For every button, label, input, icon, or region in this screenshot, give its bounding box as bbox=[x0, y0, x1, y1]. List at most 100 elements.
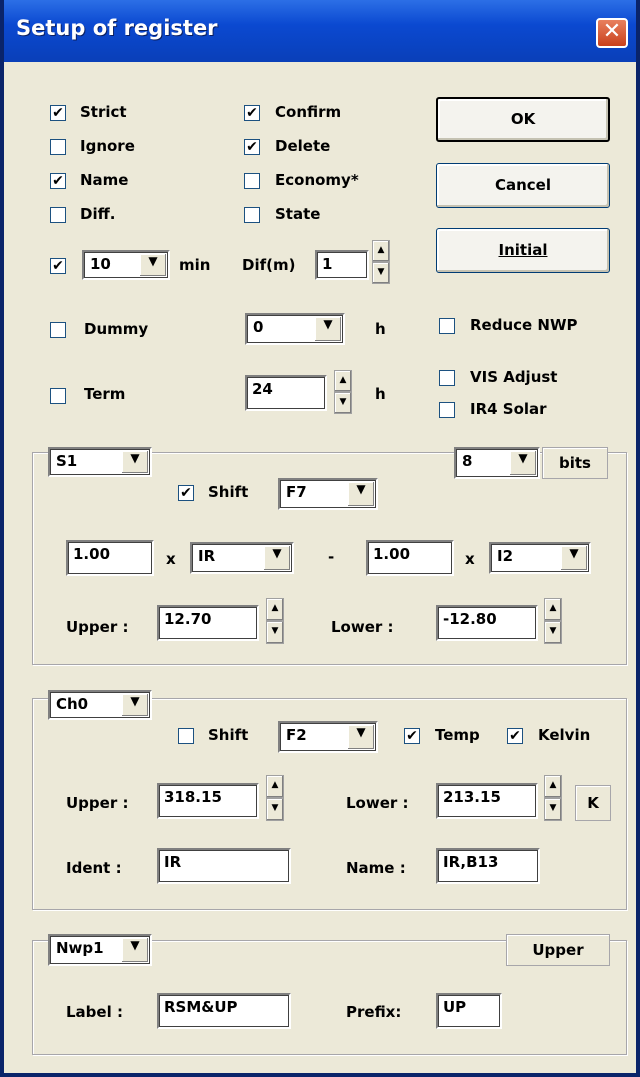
spin-down-icon[interactable]: ▼ bbox=[544, 798, 562, 821]
nwp-upper-label: Upper bbox=[506, 934, 610, 966]
chevron-down-icon[interactable]: ▼ bbox=[263, 546, 290, 570]
s-upper-field[interactable]: 12.70 bbox=[157, 605, 259, 641]
temp-label: Temp bbox=[435, 726, 480, 744]
s-upper-label: Upper : bbox=[66, 618, 129, 636]
ident-field[interactable]: IR bbox=[157, 848, 291, 884]
vis-adjust-checkbox[interactable] bbox=[439, 370, 455, 386]
spin-up-icon[interactable]: ▲ bbox=[266, 598, 284, 621]
name-field[interactable]: IR,B13 bbox=[436, 848, 540, 884]
chevron-down-icon[interactable]: ▼ bbox=[509, 451, 536, 475]
spin-down-icon[interactable]: ▼ bbox=[334, 392, 352, 414]
chevron-down-icon[interactable]: ▼ bbox=[347, 482, 374, 506]
ch-shift-key-value: F2 bbox=[286, 726, 307, 744]
spin-down-icon[interactable]: ▼ bbox=[266, 798, 284, 821]
nwp-select[interactable]: Nwp1 ▼ bbox=[48, 934, 152, 966]
strict-label: Strict bbox=[80, 103, 127, 121]
name-label: Name bbox=[80, 171, 129, 189]
ch-select-value: Ch0 bbox=[56, 695, 89, 713]
term-unit: h bbox=[375, 385, 386, 403]
s-select[interactable]: S1 ▼ bbox=[48, 447, 152, 477]
chevron-down-icon[interactable]: ▼ bbox=[121, 451, 148, 473]
ch-upper-field[interactable]: 318.15 bbox=[157, 783, 259, 819]
chevron-down-icon[interactable]: ▼ bbox=[347, 725, 374, 749]
s-lower-field[interactable]: -12.80 bbox=[436, 605, 538, 641]
coef2-field[interactable]: 1.00 bbox=[366, 540, 454, 576]
ch-lower-spinner[interactable]: ▲ ▼ bbox=[544, 775, 562, 821]
name-checkbox[interactable]: ✔ bbox=[50, 173, 66, 189]
bits-value: 8 bbox=[462, 452, 473, 470]
band1-select[interactable]: IR ▼ bbox=[190, 542, 294, 574]
times-label-1: x bbox=[166, 550, 176, 568]
spin-up-icon[interactable]: ▲ bbox=[372, 240, 390, 262]
label-field[interactable]: RSM&UP bbox=[157, 993, 291, 1029]
unit-label: K bbox=[575, 785, 611, 821]
interval-select[interactable]: 10 ▼ bbox=[82, 250, 170, 280]
economy-checkbox[interactable] bbox=[244, 173, 260, 189]
kelvin-checkbox[interactable]: ✔ bbox=[507, 728, 523, 744]
spin-down-icon[interactable]: ▼ bbox=[544, 621, 562, 644]
interval-unit: min bbox=[179, 256, 211, 274]
prefix-field[interactable]: UP bbox=[436, 993, 502, 1029]
ident-label: Ident : bbox=[66, 859, 122, 877]
term-field[interactable]: 24 bbox=[245, 375, 327, 411]
s-upper-spinner[interactable]: ▲ ▼ bbox=[266, 598, 284, 644]
cancel-button[interactable]: Cancel bbox=[436, 163, 610, 208]
nwp-select-value: Nwp1 bbox=[56, 939, 104, 957]
ch-select[interactable]: Ch0 ▼ bbox=[48, 690, 152, 720]
term-checkbox[interactable] bbox=[50, 388, 66, 404]
chevron-down-icon[interactable]: ▼ bbox=[121, 938, 148, 962]
spin-up-icon[interactable]: ▲ bbox=[544, 775, 562, 798]
chevron-down-icon[interactable]: ▼ bbox=[560, 546, 587, 570]
dummy-checkbox[interactable] bbox=[50, 322, 66, 338]
s-shift-key-select[interactable]: F7 ▼ bbox=[278, 478, 378, 510]
dummy-unit: h bbox=[375, 320, 386, 338]
ch-lower-field[interactable]: 213.15 bbox=[436, 783, 538, 819]
ignore-label: Ignore bbox=[80, 137, 135, 155]
ch-upper-label: Upper : bbox=[66, 794, 129, 812]
diff-checkbox[interactable] bbox=[50, 207, 66, 223]
minus-label: - bbox=[328, 548, 335, 566]
title-bar[interactable]: Setup of register ✕ bbox=[4, 0, 636, 62]
ch-shift-checkbox[interactable] bbox=[178, 728, 194, 744]
label-label: Label : bbox=[66, 1003, 123, 1021]
spin-up-icon[interactable]: ▲ bbox=[266, 775, 284, 798]
initial-button[interactable]: Initial bbox=[436, 228, 610, 273]
spin-down-icon[interactable]: ▼ bbox=[372, 262, 390, 284]
name-field-label: Name : bbox=[346, 859, 406, 877]
dif-field[interactable]: 1 bbox=[315, 250, 369, 280]
bits-select[interactable]: 8 ▼ bbox=[454, 447, 540, 479]
delete-checkbox[interactable]: ✔ bbox=[244, 139, 260, 155]
ignore-checkbox[interactable] bbox=[50, 139, 66, 155]
confirm-label: Confirm bbox=[275, 103, 342, 121]
ch-upper-spinner[interactable]: ▲ ▼ bbox=[266, 775, 284, 821]
state-checkbox[interactable] bbox=[244, 207, 260, 223]
close-icon[interactable]: ✕ bbox=[596, 18, 628, 48]
reduce-nwp-checkbox[interactable] bbox=[439, 318, 455, 334]
chevron-down-icon[interactable]: ▼ bbox=[121, 694, 148, 716]
diff-label: Diff. bbox=[80, 205, 116, 223]
term-spinner[interactable]: ▲ ▼ bbox=[334, 370, 352, 414]
spin-up-icon[interactable]: ▲ bbox=[334, 370, 352, 392]
interval-checkbox[interactable]: ✔ bbox=[50, 258, 66, 274]
spin-up-icon[interactable]: ▲ bbox=[544, 598, 562, 621]
s-lower-spinner[interactable]: ▲ ▼ bbox=[544, 598, 562, 644]
chevron-down-icon[interactable]: ▼ bbox=[314, 317, 341, 341]
strict-checkbox[interactable]: ✔ bbox=[50, 105, 66, 121]
dummy-select[interactable]: 0 ▼ bbox=[245, 313, 345, 345]
temp-checkbox[interactable]: ✔ bbox=[404, 728, 420, 744]
interval-value: 10 bbox=[90, 255, 111, 273]
confirm-checkbox[interactable]: ✔ bbox=[244, 105, 260, 121]
ok-button[interactable]: OK bbox=[436, 97, 610, 142]
dif-spinner[interactable]: ▲ ▼ bbox=[372, 240, 390, 284]
chevron-down-icon[interactable]: ▼ bbox=[139, 254, 166, 276]
band2-select[interactable]: I2 ▼ bbox=[489, 542, 591, 574]
spin-down-icon[interactable]: ▼ bbox=[266, 621, 284, 644]
s-shift-key-value: F7 bbox=[286, 483, 307, 501]
ch-shift-key-select[interactable]: F2 ▼ bbox=[278, 721, 378, 753]
s-shift-checkbox[interactable]: ✔ bbox=[178, 485, 194, 501]
ir4-solar-checkbox[interactable] bbox=[439, 402, 455, 418]
coef1-field[interactable]: 1.00 bbox=[66, 540, 154, 576]
ch-lower-label: Lower : bbox=[346, 794, 409, 812]
economy-label: Economy* bbox=[275, 171, 359, 189]
ir4-solar-label: IR4 Solar bbox=[470, 400, 547, 418]
